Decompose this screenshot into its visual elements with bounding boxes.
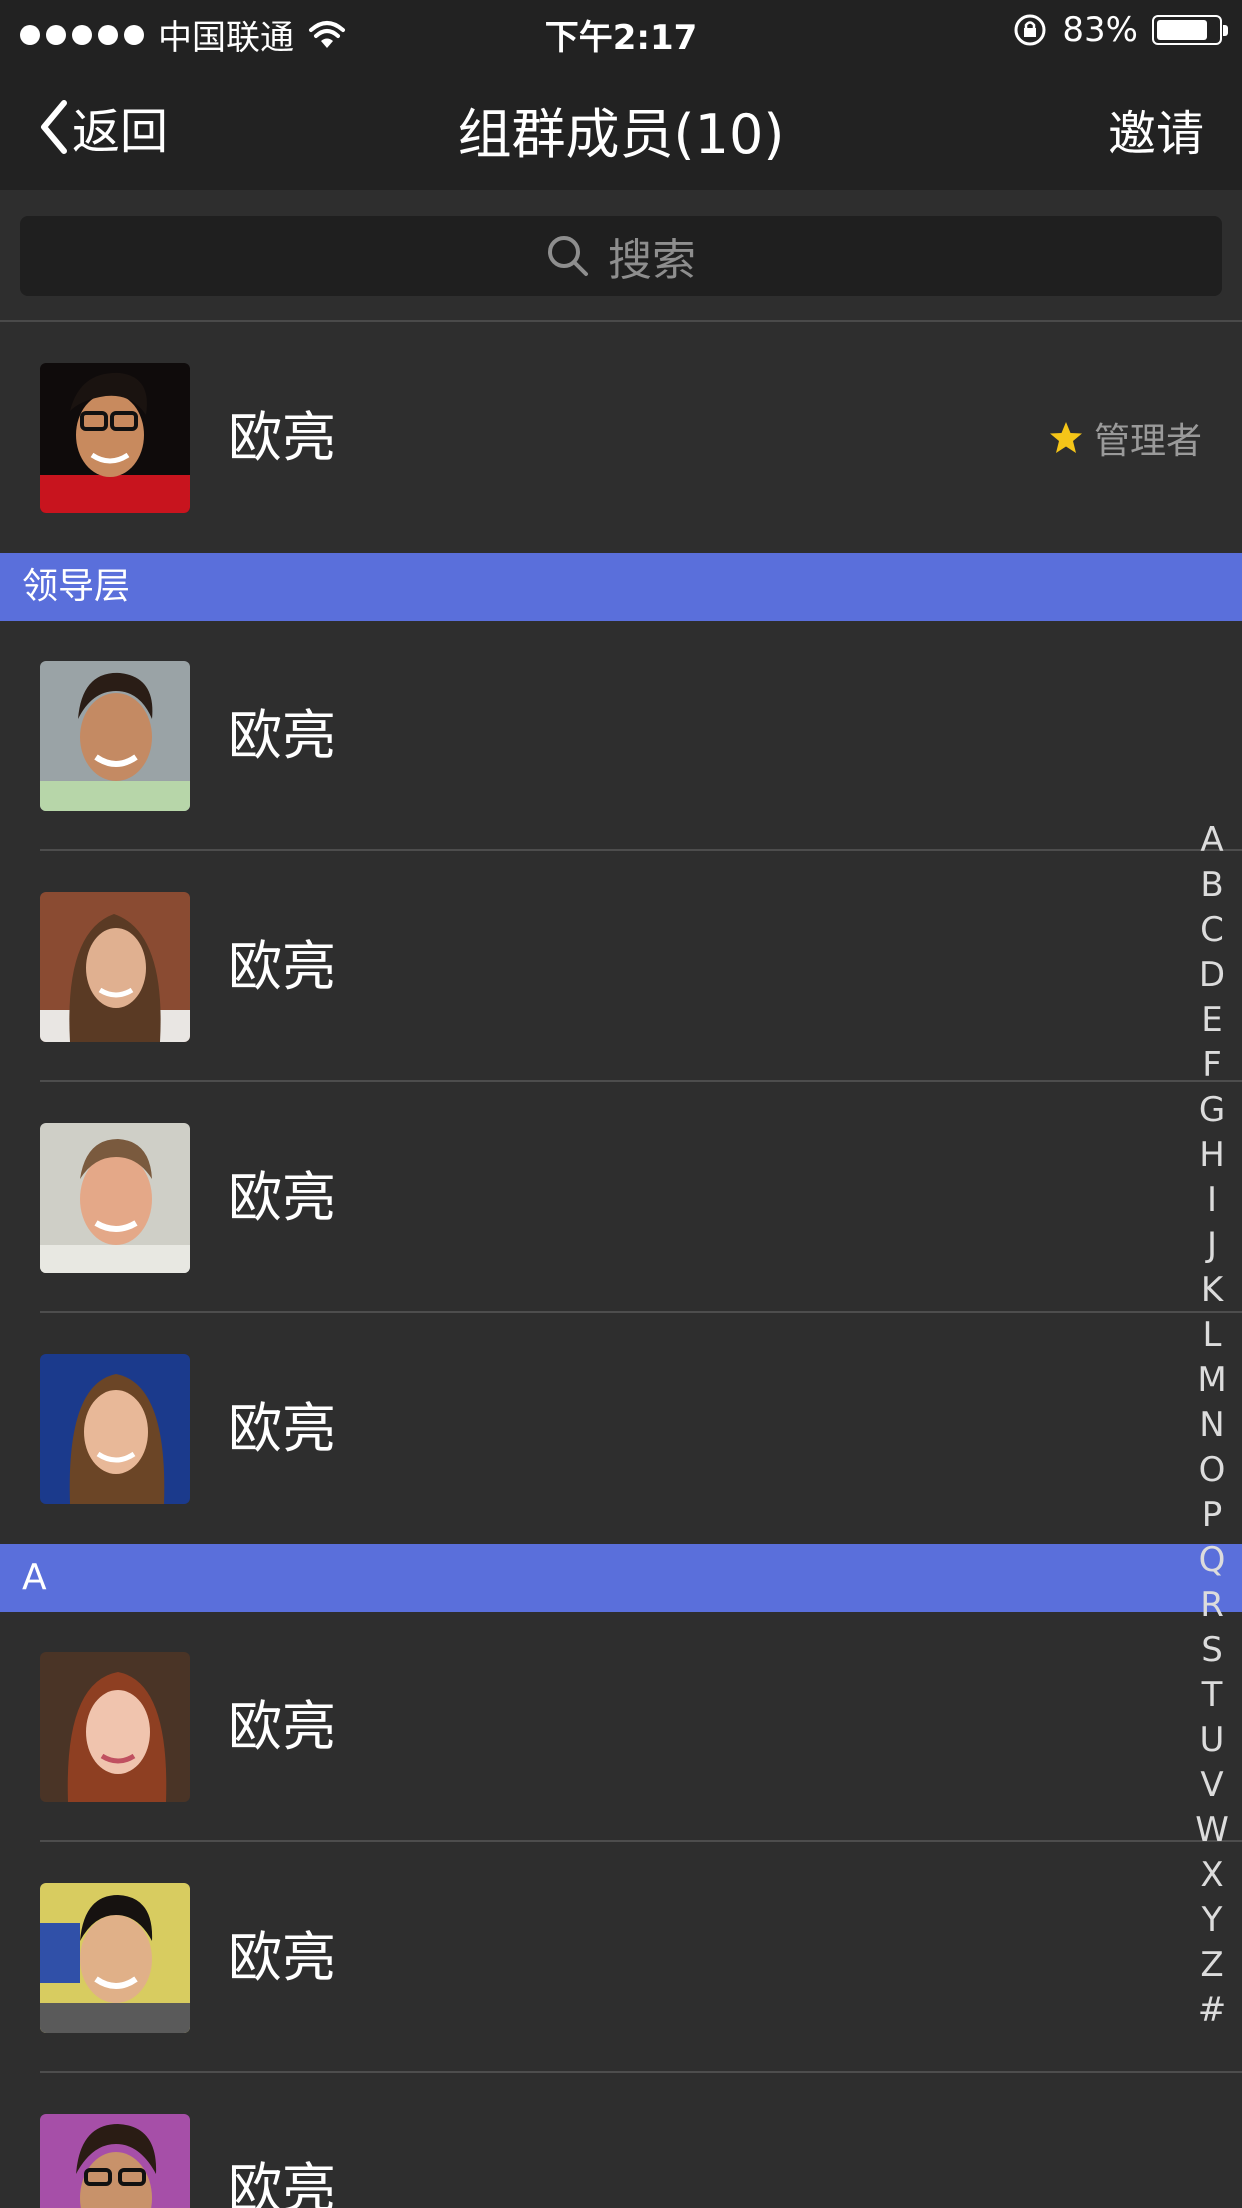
index-letter[interactable]: C xyxy=(1190,908,1234,953)
star-icon xyxy=(1049,422,1082,453)
member-row[interactable]: 欧亮 xyxy=(0,621,1242,851)
member-name: 欧亮 xyxy=(228,704,336,767)
index-letter[interactable]: N xyxy=(1190,1403,1234,1448)
member-row[interactable]: 欧亮 xyxy=(0,1083,1242,1313)
member-name: 欧亮 xyxy=(228,1166,336,1229)
avatar xyxy=(40,363,190,513)
invite-button[interactable]: 邀请 xyxy=(1108,94,1204,164)
member-name: 欧亮 xyxy=(228,1397,336,1460)
avatar xyxy=(40,1652,190,1802)
index-letter[interactable]: P xyxy=(1190,1493,1234,1538)
index-letter[interactable]: I xyxy=(1190,1178,1234,1223)
search-area: 搜索 xyxy=(0,190,1242,322)
row-divider xyxy=(40,2071,1242,2073)
member-row[interactable]: 欧亮 xyxy=(0,1314,1242,1544)
status-bar: 中国联通 下午2:17 83% xyxy=(0,0,1242,62)
row-divider xyxy=(40,1840,1242,1842)
section-header-leadership: 领导层 xyxy=(0,553,1242,621)
battery-percent: 83% xyxy=(1062,10,1138,50)
index-letter[interactable]: K xyxy=(1190,1268,1234,1313)
member-name: 欧亮 xyxy=(228,1695,336,1758)
member-row[interactable]: 欧亮 xyxy=(0,2074,1242,2208)
status-right: 83% xyxy=(1012,10,1228,50)
index-letter[interactable]: # xyxy=(1190,1988,1234,2033)
index-letter[interactable]: L xyxy=(1190,1313,1234,1358)
index-letter[interactable]: D xyxy=(1190,953,1234,998)
page-title: 组群成员(10) xyxy=(457,103,785,166)
alphabet-index-bar[interactable]: A B C D E F G H I J K L M N O P Q R S T U V W X Y Z # xyxy=(1190,818,1234,2033)
index-letter[interactable]: R xyxy=(1190,1583,1234,1628)
avatar xyxy=(40,1354,190,1504)
index-letter[interactable]: Z xyxy=(1190,1943,1234,1988)
row-divider xyxy=(40,1311,1242,1313)
battery-icon xyxy=(1152,15,1228,45)
member-name: 欧亮 xyxy=(228,1926,336,1989)
row-divider xyxy=(40,1080,1242,1082)
avatar xyxy=(40,1123,190,1273)
index-letter[interactable]: H xyxy=(1190,1133,1234,1178)
member-name: 欧亮 xyxy=(228,406,336,469)
index-letter[interactable]: Q xyxy=(1190,1538,1234,1583)
index-letter[interactable]: W xyxy=(1190,1808,1234,1853)
admin-badge: 管理者 xyxy=(1048,323,1202,553)
index-letter[interactable]: J xyxy=(1190,1223,1234,1268)
admin-label: 管理者 xyxy=(1093,421,1202,462)
index-letter[interactable]: T xyxy=(1190,1673,1234,1718)
index-letter[interactable]: Y xyxy=(1190,1898,1234,1943)
member-row[interactable]: 欧亮 xyxy=(0,1843,1242,2073)
member-row-admin[interactable]: 欧亮 管理者 xyxy=(0,323,1242,553)
index-letter[interactable]: A xyxy=(1190,818,1234,863)
member-name: 欧亮 xyxy=(228,2157,336,2208)
screen: 中国联通 下午2:17 83% 返回 组群成员(10) 邀请 搜索 欧亮 管理者… xyxy=(0,0,1242,2208)
avatar xyxy=(40,892,190,1042)
index-letter[interactable]: E xyxy=(1190,998,1234,1043)
index-letter[interactable]: S xyxy=(1190,1628,1234,1673)
member-row[interactable]: 欧亮 xyxy=(0,1612,1242,1842)
section-header-a: A xyxy=(0,1544,1242,1612)
search-placeholder: 搜索 xyxy=(608,235,696,286)
navigation-bar: 返回 组群成员(10) 邀请 xyxy=(0,62,1242,190)
search-icon xyxy=(548,236,588,276)
index-letter[interactable]: M xyxy=(1190,1358,1234,1403)
index-letter[interactable]: U xyxy=(1190,1718,1234,1763)
index-letter[interactable]: F xyxy=(1190,1043,1234,1088)
member-name: 欧亮 xyxy=(228,935,336,998)
index-letter[interactable]: X xyxy=(1190,1853,1234,1898)
index-letter[interactable]: B xyxy=(1190,863,1234,908)
battery-level xyxy=(1157,20,1207,40)
index-letter[interactable]: O xyxy=(1190,1448,1234,1493)
avatar xyxy=(40,661,190,811)
avatar xyxy=(40,2114,190,2208)
row-divider xyxy=(40,849,1242,851)
index-letter[interactable]: V xyxy=(1190,1763,1234,1808)
member-row[interactable]: 欧亮 xyxy=(0,852,1242,1082)
index-letter[interactable]: G xyxy=(1190,1088,1234,1133)
avatar xyxy=(40,1883,190,2033)
rotation-lock-icon xyxy=(1014,14,1046,46)
search-input[interactable]: 搜索 xyxy=(20,216,1222,296)
